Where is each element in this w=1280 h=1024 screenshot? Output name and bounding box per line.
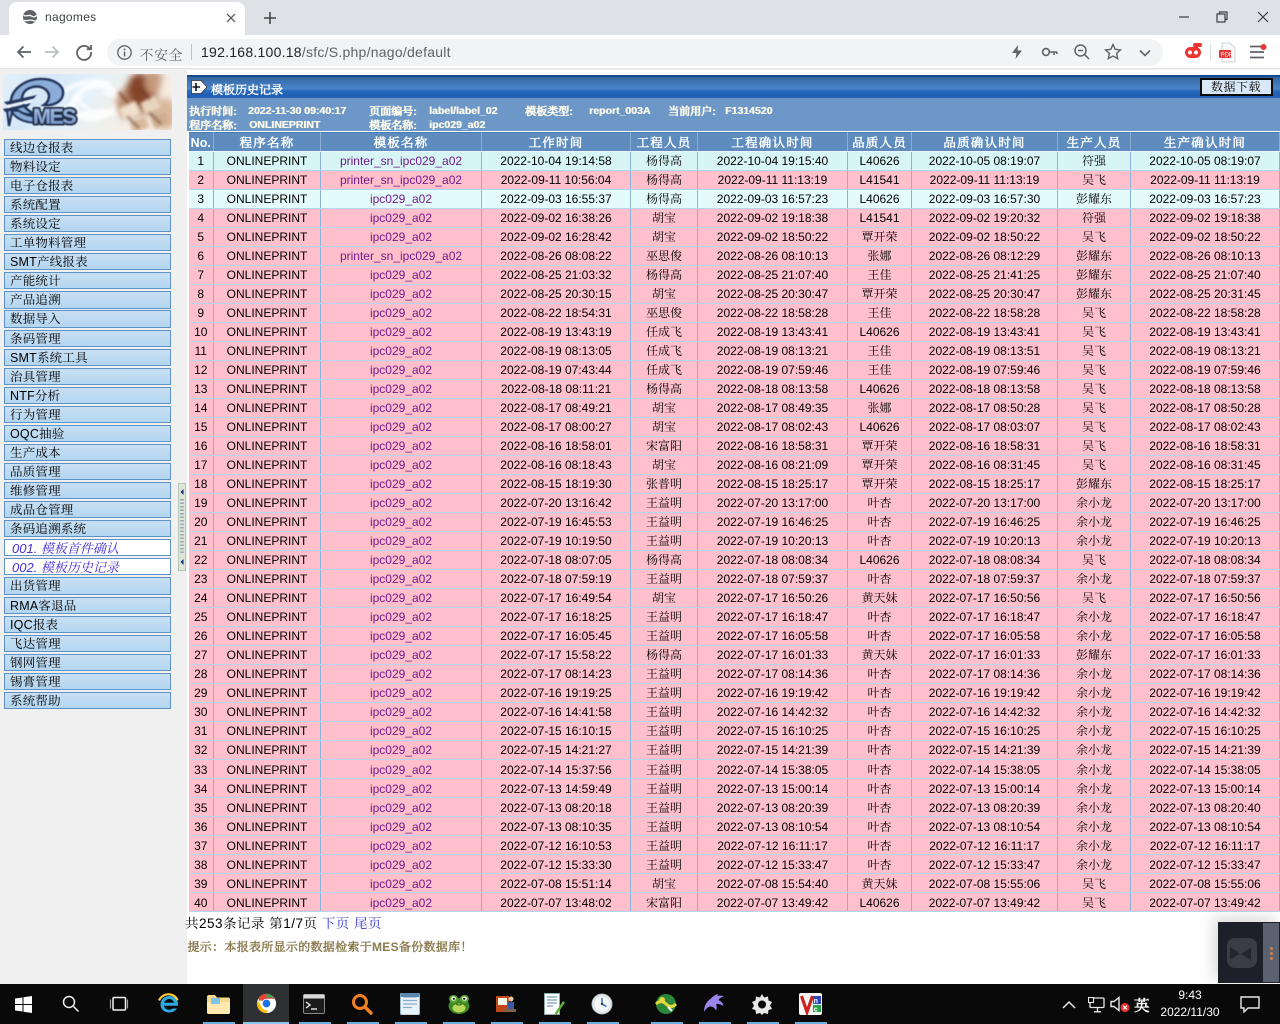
- svg-text:MES: MES: [33, 105, 76, 129]
- svg-text:PDF: PDF: [1221, 52, 1233, 58]
- svg-text:c: c: [814, 1006, 818, 1013]
- svg-text:n: n: [814, 998, 818, 1005]
